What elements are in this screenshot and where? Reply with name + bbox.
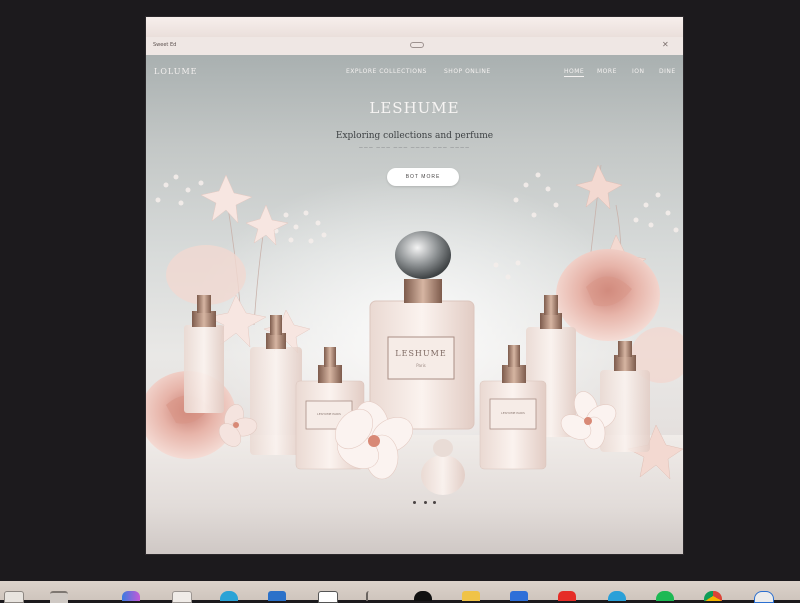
left-bottle-label: LESHUME PARIS	[317, 412, 341, 416]
calendar-icon[interactable]	[50, 591, 68, 603]
browser-titlebar	[146, 17, 683, 37]
hero-scene	[146, 164, 683, 495]
main-bottle-label: LESHUME	[395, 349, 447, 358]
babys-breath-left	[155, 174, 327, 244]
right-bottle-label: LESHUME PARIS	[501, 411, 525, 415]
terminal-icon[interactable]	[318, 591, 338, 603]
edge-icon[interactable]	[754, 591, 774, 603]
main-bottle-sublabel: Paris	[416, 363, 426, 368]
address-bar-indicator[interactable]	[410, 42, 424, 48]
carousel-dot-3[interactable]	[433, 501, 436, 504]
nav-item-3[interactable]: ION	[632, 68, 644, 75]
bottle-far-left	[184, 295, 224, 413]
nav-home[interactable]: HOME	[564, 68, 585, 77]
hero-subtitle: Exploring collections and perfume	[335, 131, 494, 141]
bottle-main	[369, 231, 475, 430]
nav-more[interactable]: MORE	[597, 68, 617, 75]
cta-button[interactable]: BOT MORE	[387, 168, 459, 186]
hero-title: LESHUME	[369, 99, 460, 117]
nav-item-4[interactable]: DINE	[659, 68, 676, 75]
store-icon[interactable]	[172, 591, 192, 603]
nav-explore-collections[interactable]: EXPLORE COLLECTIONS	[346, 68, 427, 75]
window-control-icon[interactable]: ✕	[662, 40, 669, 49]
file-explorer-icon[interactable]	[4, 591, 24, 603]
browser-window: Sweet Ed ✕ LESHUME Paris LESHUME PARIS L…	[146, 17, 683, 554]
nav-shop-online[interactable]: SHOP ONLINE	[444, 68, 491, 75]
page-viewport: LESHUME Paris LESHUME PARIS LESHUME PARI…	[146, 55, 683, 554]
site-logo[interactable]: LOLUME	[154, 67, 198, 76]
hero-tagline: ——— ——— ——— ———— ——— ————	[358, 145, 471, 150]
taskbar	[0, 581, 800, 603]
carousel-dot-2[interactable]	[424, 501, 427, 504]
browser-tab-label[interactable]: Sweet Ed	[153, 42, 176, 48]
carousel-dot-1[interactable]	[413, 501, 416, 504]
bottle-miniature	[421, 439, 465, 495]
